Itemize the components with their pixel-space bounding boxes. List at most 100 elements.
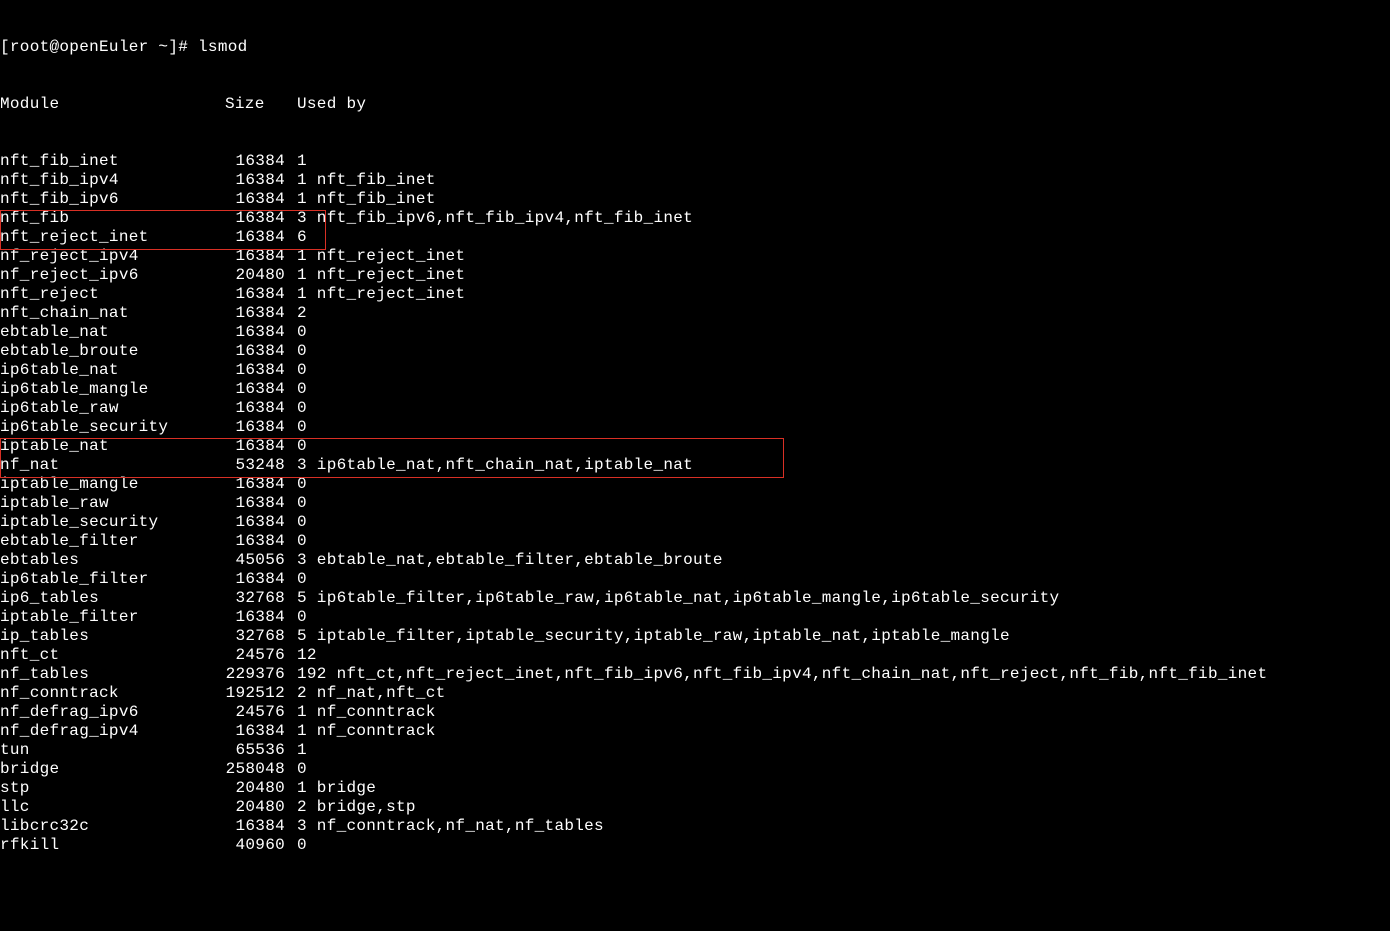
module-name: iptable_nat — [0, 437, 225, 456]
lsmod-row: ebtable_filter163840 — [0, 532, 1390, 551]
module-used-by: 2 nf_nat,nft_ct — [285, 684, 446, 703]
module-used-by: 192 nft_ct,nft_reject_inet,nft_fib_ipv6,… — [285, 665, 1267, 684]
module-size: 16384 — [225, 722, 285, 741]
lsmod-row: nf_nat532483 ip6table_nat,nft_chain_nat,… — [0, 456, 1390, 475]
module-size: 16384 — [225, 285, 285, 304]
lsmod-row: ip6_tables327685 ip6table_filter,ip6tabl… — [0, 589, 1390, 608]
module-size: 16384 — [225, 817, 285, 836]
module-name: ip6table_nat — [0, 361, 225, 380]
module-used-by: 0 — [285, 361, 307, 380]
module-used-by: 3 nf_conntrack,nf_nat,nf_tables — [285, 817, 604, 836]
module-name: ebtable_broute — [0, 342, 225, 361]
lsmod-row: nf_defrag_ipv4163841 nf_conntrack — [0, 722, 1390, 741]
module-size: 16384 — [225, 304, 285, 323]
module-name: ip6table_raw — [0, 399, 225, 418]
module-name: nft_chain_nat — [0, 304, 225, 323]
module-name: ip6table_mangle — [0, 380, 225, 399]
module-used-by: 0 — [285, 437, 307, 456]
shell-prompt-line: [root@openEuler ~]# lsmod — [0, 38, 1390, 57]
module-name: nf_tables — [0, 665, 225, 684]
module-used-by: 1 nft_fib_inet — [285, 190, 436, 209]
module-size: 53248 — [225, 456, 285, 475]
module-name: nf_defrag_ipv6 — [0, 703, 225, 722]
lsmod-row: iptable_security163840 — [0, 513, 1390, 532]
module-name: libcrc32c — [0, 817, 225, 836]
module-size: 16384 — [225, 228, 285, 247]
lsmod-row: ip_tables327685 iptable_filter,iptable_s… — [0, 627, 1390, 646]
module-name: stp — [0, 779, 225, 798]
module-size: 45056 — [225, 551, 285, 570]
module-name: nf_nat — [0, 456, 225, 475]
module-name: llc — [0, 798, 225, 817]
module-used-by: 0 — [285, 475, 307, 494]
module-size: 16384 — [225, 171, 285, 190]
module-size: 16384 — [225, 323, 285, 342]
module-used-by: 5 iptable_filter,iptable_security,iptabl… — [285, 627, 1010, 646]
module-name: ip_tables — [0, 627, 225, 646]
lsmod-row: nft_ct2457612 — [0, 646, 1390, 665]
module-name: nft_fib — [0, 209, 225, 228]
module-name: ebtable_nat — [0, 323, 225, 342]
lsmod-row: nft_reject163841 nft_reject_inet — [0, 285, 1390, 304]
module-size: 16384 — [225, 418, 285, 437]
module-used-by: 3 ebtable_nat,ebtable_filter,ebtable_bro… — [285, 551, 723, 570]
lsmod-row: nf_reject_ipv4163841 nft_reject_inet — [0, 247, 1390, 266]
lsmod-row: nft_reject_inet163846 — [0, 228, 1390, 247]
module-name: iptable_raw — [0, 494, 225, 513]
lsmod-row: ebtable_broute163840 — [0, 342, 1390, 361]
module-name: ebtables — [0, 551, 225, 570]
lsmod-row: nft_fib_ipv4163841 nft_fib_inet — [0, 171, 1390, 190]
module-used-by: 1 — [285, 741, 307, 760]
module-size: 16384 — [225, 608, 285, 627]
module-size: 16384 — [225, 513, 285, 532]
module-name: nf_conntrack — [0, 684, 225, 703]
module-used-by: 1 bridge — [285, 779, 376, 798]
lsmod-row: tun655361 — [0, 741, 1390, 760]
module-used-by: 0 — [285, 494, 307, 513]
module-name: bridge — [0, 760, 225, 779]
module-size: 16384 — [225, 399, 285, 418]
module-used-by: 1 nft_fib_inet — [285, 171, 436, 190]
header-size: Size — [225, 95, 297, 114]
module-used-by: 1 — [285, 152, 307, 171]
module-used-by: 1 nft_reject_inet — [285, 247, 465, 266]
module-name: tun — [0, 741, 225, 760]
lsmod-row: nft_fib163843 nft_fib_ipv6,nft_fib_ipv4,… — [0, 209, 1390, 228]
module-size: 16384 — [225, 437, 285, 456]
module-used-by: 3 nft_fib_ipv6,nft_fib_ipv4,nft_fib_inet — [285, 209, 693, 228]
lsmod-row: ebtables450563 ebtable_nat,ebtable_filte… — [0, 551, 1390, 570]
lsmod-row: ip6table_security163840 — [0, 418, 1390, 437]
lsmod-row: nft_fib_ipv6163841 nft_fib_inet — [0, 190, 1390, 209]
module-size: 16384 — [225, 247, 285, 266]
module-name: nf_reject_ipv4 — [0, 247, 225, 266]
lsmod-row: nf_reject_ipv6204801 nft_reject_inet — [0, 266, 1390, 285]
module-used-by: 0 — [285, 570, 307, 589]
module-used-by: 0 — [285, 532, 307, 551]
module-used-by: 0 — [285, 342, 307, 361]
module-used-by: 0 — [285, 608, 307, 627]
header-module: Module — [0, 95, 225, 114]
module-name: ip6_tables — [0, 589, 225, 608]
module-name: nft_reject — [0, 285, 225, 304]
module-size: 16384 — [225, 494, 285, 513]
module-size: 20480 — [225, 779, 285, 798]
module-used-by: 0 — [285, 836, 307, 855]
module-used-by: 0 — [285, 399, 307, 418]
module-size: 258048 — [225, 760, 285, 779]
module-size: 32768 — [225, 589, 285, 608]
header-used-by: Used by — [297, 95, 366, 114]
module-size: 24576 — [225, 646, 285, 665]
module-name: nft_fib_ipv4 — [0, 171, 225, 190]
module-used-by: 1 nf_conntrack — [285, 722, 436, 741]
lsmod-row: bridge2580480 — [0, 760, 1390, 779]
module-used-by: 12 — [285, 646, 317, 665]
module-used-by: 1 nf_conntrack — [285, 703, 436, 722]
lsmod-row: nft_chain_nat163842 — [0, 304, 1390, 323]
lsmod-row: ip6table_mangle163840 — [0, 380, 1390, 399]
module-size: 16384 — [225, 190, 285, 209]
lsmod-row: nf_tables229376192 nft_ct,nft_reject_ine… — [0, 665, 1390, 684]
module-used-by: 0 — [285, 323, 307, 342]
lsmod-row: libcrc32c163843 nf_conntrack,nf_nat,nf_t… — [0, 817, 1390, 836]
lsmod-row: iptable_nat163840 — [0, 437, 1390, 456]
module-size: 229376 — [225, 665, 285, 684]
